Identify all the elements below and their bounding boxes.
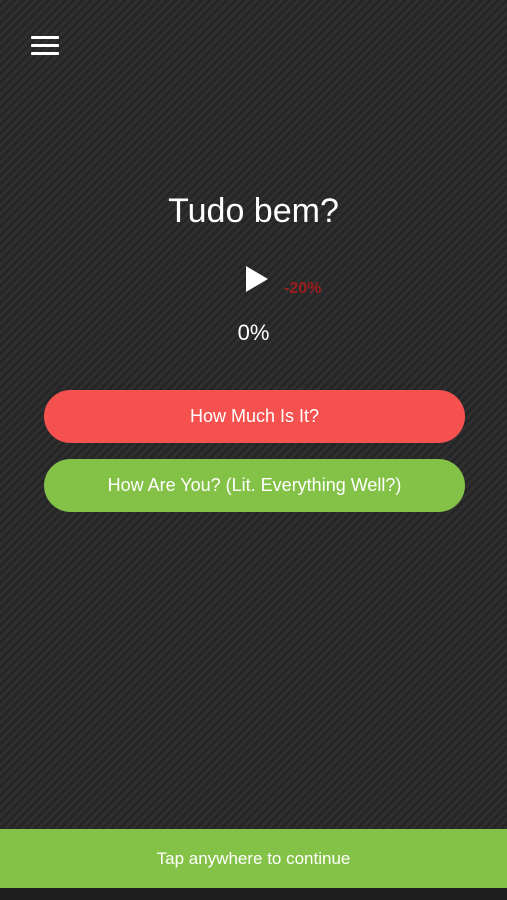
answer-option-1[interactable]: How Much Is It? — [44, 390, 465, 443]
discount-badge: -20% — [284, 280, 322, 297]
play-icon[interactable] — [244, 264, 270, 294]
bottom-strip — [0, 888, 507, 900]
hamburger-menu-icon[interactable] — [31, 36, 59, 56]
progress-percent: 0% — [237, 320, 270, 345]
menu-line — [31, 44, 59, 47]
continue-button[interactable]: Tap anywhere to continue — [0, 829, 507, 888]
menu-line — [31, 36, 59, 39]
quiz-phrase: Tudo bem? — [168, 192, 339, 230]
menu-line — [31, 52, 59, 55]
answer-option-2[interactable]: How Are You? (Lit. Everything Well?) — [44, 459, 465, 512]
play-icon-svg — [246, 266, 268, 292]
